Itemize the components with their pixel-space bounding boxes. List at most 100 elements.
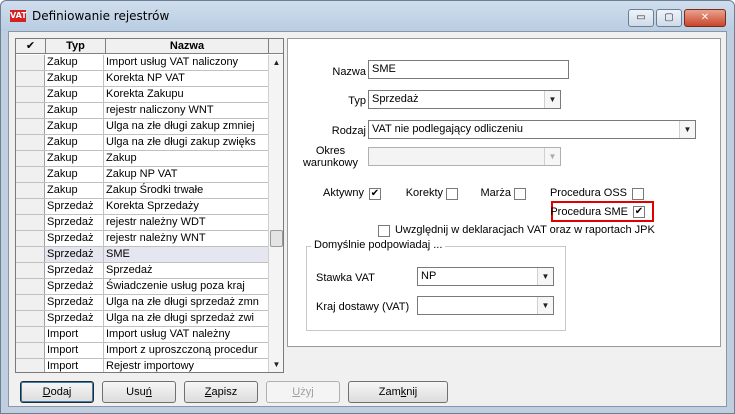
name-cell[interactable]: Sprzedaż [104,263,268,278]
scroll-thumb[interactable] [270,230,283,247]
vat-rate-select[interactable]: NP ▼ [417,267,554,286]
close-window-button[interactable]: ✕ [684,9,726,27]
name-cell[interactable]: Zakup Środki trwałe [104,183,268,198]
type-cell[interactable]: Zakup [45,135,104,150]
name-cell[interactable]: Ulga na złe długi sprzedaż zwi [104,311,268,326]
row-selector-cell[interactable] [16,151,45,166]
name-cell[interactable]: Import usług VAT naliczony [104,55,268,70]
row-selector-cell[interactable] [16,311,45,326]
table-row[interactable]: Import Import usług VAT należny [16,327,268,343]
name-cell[interactable]: Korekta NP VAT [104,71,268,86]
chevron-down-icon[interactable]: ▼ [679,121,695,138]
title-bar[interactable]: VAT Definiowanie rejestrów ▭ ▢ ✕ [1,1,734,31]
table-row[interactable]: Zakup rejestr naliczony WNT [16,103,268,119]
name-cell[interactable]: rejestr naliczony WNT [104,103,268,118]
close-button[interactable]: Zamknij [348,381,448,403]
type-cell[interactable]: Import [45,343,104,358]
row-selector-cell[interactable] [16,279,45,294]
type-cell[interactable]: Sprzedaż [45,295,104,310]
name-cell[interactable]: Ulga na złe długi sprzedaż zmn [104,295,268,310]
name-cell[interactable]: Ulga na złe długi zakup zmniej [104,119,268,134]
table-row[interactable]: Zakup Zakup NP VAT [16,167,268,183]
add-button[interactable]: Dodaj [20,381,94,403]
type-cell[interactable]: Zakup [45,119,104,134]
scroll-down-arrow-icon[interactable]: ▼ [269,357,283,372]
name-cell[interactable]: Import z uproszczoną procedur [104,343,268,358]
row-selector-cell[interactable] [16,359,45,372]
row-selector-cell[interactable] [16,343,45,358]
kind-select[interactable]: VAT nie podlegający odliczeniu ▼ [368,120,696,139]
grid-scrollbar[interactable]: ▲ ▼ [268,55,283,372]
name-cell[interactable]: rejestr należny WDT [104,215,268,230]
oss-checkbox[interactable] [632,188,644,200]
row-selector-cell[interactable] [16,135,45,150]
name-cell[interactable]: Zakup [104,151,268,166]
type-cell[interactable]: Import [45,359,104,372]
name-cell[interactable]: SME [104,247,268,262]
type-cell[interactable]: Sprzedaż [45,311,104,326]
row-selector-cell[interactable] [16,231,45,246]
table-row[interactable]: Sprzedaż Sprzedaż [16,263,268,279]
name-column-header[interactable]: Nazwa [106,39,269,53]
table-row[interactable]: Sprzedaż Świadczenie usług poza kraj [16,279,268,295]
delete-button[interactable]: Usuń [102,381,176,403]
name-cell[interactable]: Ulga na złe długi zakup zwięks [104,135,268,150]
table-row[interactable]: Zakup Korekta Zakupu [16,87,268,103]
table-row[interactable]: Zakup Ulga na złe długi zakup zmniej [16,119,268,135]
name-cell[interactable]: Zakup NP VAT [104,167,268,182]
chevron-down-icon[interactable]: ▼ [537,297,553,314]
chevron-down-icon[interactable]: ▼ [544,91,560,108]
table-row[interactable]: Zakup Zakup Środki trwałe [16,183,268,199]
row-selector-cell[interactable] [16,71,45,86]
minimize-button[interactable]: ▭ [628,9,654,27]
name-cell[interactable]: Import usług VAT należny [104,327,268,342]
type-cell[interactable]: Import [45,327,104,342]
scroll-up-arrow-icon[interactable]: ▲ [269,55,283,71]
type-cell[interactable]: Zakup [45,55,104,70]
type-cell[interactable]: Zakup [45,151,104,166]
row-selector-cell[interactable] [16,119,45,134]
type-cell[interactable]: Sprzedaż [45,263,104,278]
name-cell[interactable]: Rejestr importowy [104,359,268,372]
delivery-country-select[interactable]: ▼ [417,296,554,315]
maximize-button[interactable]: ▢ [656,9,682,27]
row-selector-cell[interactable] [16,263,45,278]
save-button[interactable]: Zapisz [184,381,258,403]
include-declarations-checkbox[interactable] [378,225,390,237]
row-selector-cell[interactable] [16,295,45,310]
type-cell[interactable]: Sprzedaż [45,231,104,246]
name-cell[interactable]: rejestr należny WNT [104,231,268,246]
type-cell[interactable]: Zakup [45,71,104,86]
table-row[interactable]: Sprzedaż SME [16,247,268,263]
type-select[interactable]: Sprzedaż ▼ [368,90,561,109]
row-selector-cell[interactable] [16,87,45,102]
row-selector-cell[interactable] [16,215,45,230]
row-selector-cell[interactable] [16,183,45,198]
name-cell[interactable]: Świadczenie usług poza kraj [104,279,268,294]
table-row[interactable]: Zakup Zakup [16,151,268,167]
row-selector-cell[interactable] [16,199,45,214]
table-row[interactable]: Zakup Korekta NP VAT [16,71,268,87]
table-row[interactable]: Zakup Import usług VAT naliczony [16,55,268,71]
margin-checkbox[interactable] [514,188,526,200]
name-cell[interactable]: Korekta Sprzedaży [104,199,268,214]
type-cell[interactable]: Sprzedaż [45,279,104,294]
type-cell[interactable]: Sprzedaż [45,215,104,230]
name-input[interactable]: SME [368,60,569,79]
row-selector-cell[interactable] [16,55,45,70]
row-selector-cell[interactable] [16,103,45,118]
row-selector-cell[interactable] [16,327,45,342]
name-cell[interactable]: Korekta Zakupu [104,87,268,102]
type-cell[interactable]: Zakup [45,87,104,102]
type-cell[interactable]: Zakup [45,167,104,182]
row-selector-cell[interactable] [16,247,45,262]
table-row[interactable]: Sprzedaż Ulga na złe długi sprzedaż zwi [16,311,268,327]
check-column-header[interactable]: ✔ [16,39,46,53]
type-cell[interactable]: Sprzedaż [45,199,104,214]
type-cell[interactable]: Zakup [45,103,104,118]
corrections-checkbox[interactable] [446,188,458,200]
table-row[interactable]: Zakup Ulga na złe długi zakup zwięks [16,135,268,151]
sme-checkbox[interactable]: ✔ [633,206,645,218]
type-column-header[interactable]: Typ [46,39,106,53]
type-cell[interactable]: Zakup [45,183,104,198]
